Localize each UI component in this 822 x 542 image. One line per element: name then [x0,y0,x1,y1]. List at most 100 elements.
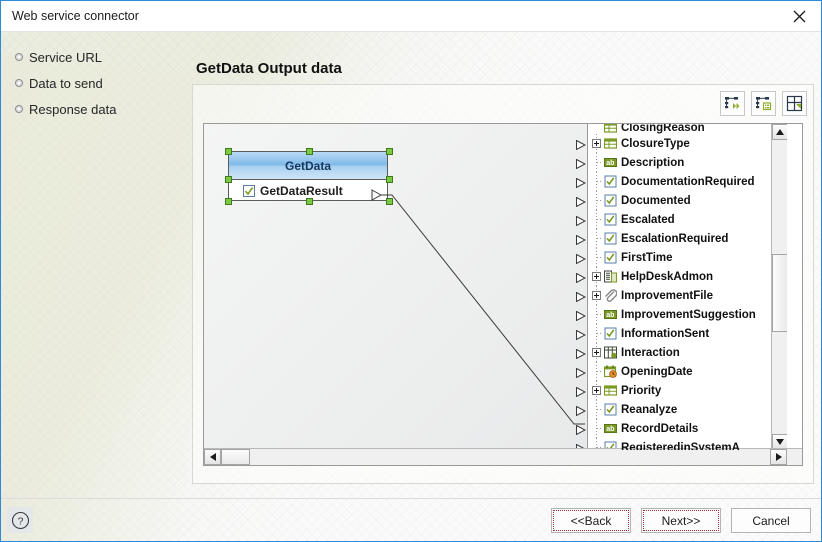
tree-input-port[interactable] [576,329,587,341]
diagram-canvas-container: GetData GetDataResult ClosingReason Clos… [203,123,803,466]
checkbox-icon [604,251,617,264]
auto-layout-button[interactable] [720,91,745,116]
tree-input-port[interactable] [576,386,587,398]
paperclip-icon [605,289,617,302]
resize-handle[interactable] [386,198,393,205]
resize-handle[interactable] [225,198,232,205]
tree-branch-line [597,200,602,201]
close-icon[interactable] [777,1,821,31]
tree-branch-line [597,409,602,410]
scrollbar-corner [787,449,802,465]
tree-input-port[interactable] [576,196,587,208]
tree-row[interactable]: Reanalyze [588,400,787,419]
tree-properties-icon [755,95,772,112]
tree-row[interactable]: ab ImprovementSuggestion [588,305,787,324]
sidebar-item-response-data[interactable]: Response data [1,96,181,122]
tree-row-label: Priority [621,384,662,397]
canvas-horizontal-scrollbar[interactable] [204,448,802,465]
tree-row[interactable]: EscalationRequired [588,229,787,248]
radio-bullet-icon [15,53,23,61]
tree-row[interactable]: Documented [588,191,787,210]
sidebar-item-label: Service URL [29,49,102,65]
expand-icon[interactable] [592,291,601,300]
tree-row[interactable]: ab Description [588,153,787,172]
resize-handle[interactable] [386,148,393,155]
scroll-right-icon[interactable] [770,449,787,465]
tree-row[interactable]: Escalated [588,210,787,229]
resize-handle[interactable] [306,148,313,155]
expand-icon[interactable] [592,348,601,357]
tree-row[interactable]: ClosureType [588,134,787,153]
sidebar-item-label: Response data [29,101,117,117]
tree-row[interactable]: InformationSent [588,324,787,343]
tree-row[interactable]: HelpDeskAdmon [588,267,787,286]
calendar-clock-icon [604,365,617,378]
tree-row[interactable]: Priority [588,381,787,400]
dialog-button-row: <<Back Next>> Cancel [551,508,811,533]
expand-icon[interactable] [592,272,601,281]
tree-row[interactable]: FirstTime [588,248,787,267]
page-title: GetData Output data [196,60,342,77]
tree-row-clipped[interactable]: ClosingReason [588,124,787,134]
tree-branch-line [597,181,602,182]
ab-text-icon: ab [604,158,617,167]
tree-input-port[interactable] [576,253,587,265]
resize-handle[interactable] [306,198,313,205]
tree-row[interactable]: DocumentationRequired [588,172,787,191]
horizontal-scroll-thumb[interactable] [221,449,250,465]
tree-input-port[interactable] [576,367,587,379]
next-button[interactable]: Next>> [641,508,721,533]
resize-handle[interactable] [225,176,232,183]
tree-input-port[interactable] [576,272,587,284]
entity-icon [604,270,617,283]
tree-row-label: FirstTime [621,251,673,264]
checkbox-icon [604,175,617,188]
node-output-label: GetDataResult [260,183,343,198]
tree-row[interactable]: Interaction [588,343,787,362]
expand-icon[interactable] [592,386,601,395]
tree-row-label: RegisteredinSystemA [621,441,740,451]
tree-row-label: RecordDetails [621,422,699,435]
checkbox-icon [604,327,617,340]
tree-branch-line [597,238,602,239]
tree-input-port[interactable] [576,215,587,227]
scroll-up-icon[interactable] [772,124,787,140]
tree-input-port[interactable] [576,405,587,417]
resize-handle[interactable] [386,176,393,183]
editor-panel: GetData GetDataResult ClosingReason Clos… [192,84,814,484]
getdata-node[interactable]: GetData GetDataResult [225,148,393,205]
tree-row[interactable]: OpeningDate [588,362,787,381]
wizard-steps-sidebar: Service URL Data to send Response data [1,44,181,122]
tree-row[interactable]: ab RecordDetails [588,419,787,438]
tree-input-port[interactable] [576,348,587,360]
resize-handle[interactable] [225,148,232,155]
svg-text:ab: ab [606,160,614,167]
tree-input-port[interactable] [576,310,587,322]
cancel-button[interactable]: Cancel [731,508,811,533]
tree-row-label: ClosureType [621,137,690,150]
expand-icon[interactable] [592,139,601,148]
tree-input-port[interactable] [576,424,587,436]
radio-bullet-icon [15,79,23,87]
diagram-canvas[interactable]: GetData GetDataResult ClosingReason Clos… [204,124,787,450]
schema-tree-panel[interactable]: ClosingReason ClosureType ab Description Doc… [587,124,787,450]
vertical-scroll-thumb[interactable] [772,254,787,332]
tree-input-port[interactable] [576,177,587,189]
dialog-footer: ? <<Back Next>> Cancel [1,498,821,541]
checkbox-icon [604,403,617,416]
tree-row-label: Interaction [621,346,680,359]
tree-vertical-scrollbar[interactable] [771,124,787,450]
tree-input-port[interactable] [576,139,587,151]
tree-input-port[interactable] [576,234,587,246]
sidebar-item-data-to-send[interactable]: Data to send [1,70,181,96]
fit-to-window-button[interactable] [782,91,807,116]
show-properties-button[interactable] [751,91,776,116]
fit-window-icon [786,95,803,112]
back-button[interactable]: <<Back [551,508,631,533]
sidebar-item-service-url[interactable]: Service URL [1,44,181,70]
tree-input-port[interactable] [576,158,587,170]
help-icon[interactable]: ? [7,507,33,533]
scroll-left-icon[interactable] [204,449,221,465]
tree-row[interactable]: ImprovementFile [588,286,787,305]
tree-input-port[interactable] [576,291,587,303]
